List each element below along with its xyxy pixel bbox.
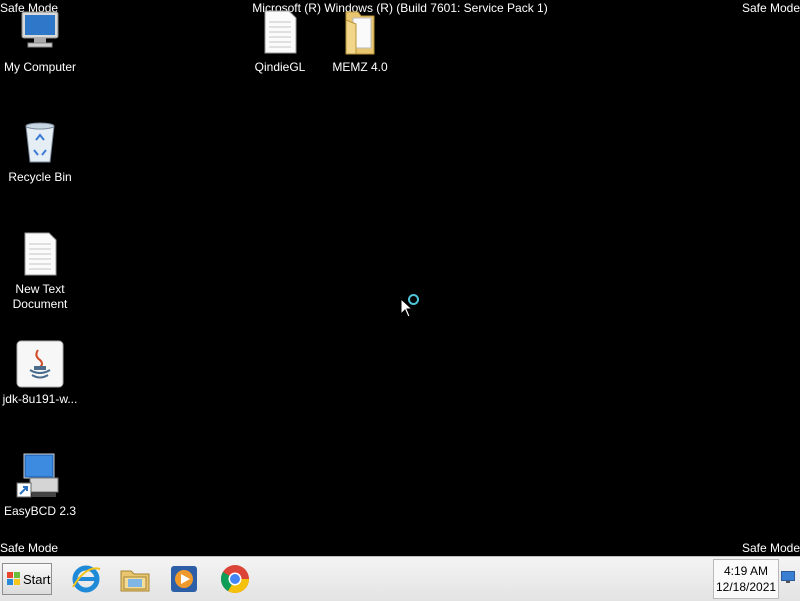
- desktop-icon-label: New Text Document: [12, 282, 68, 311]
- safe-mode-label-top-right: Safe Mode: [741, 1, 800, 15]
- taskbar: Start 4:19 AM 12/18/2021: [0, 556, 800, 601]
- start-button[interactable]: Start: [2, 563, 52, 595]
- desktop-icon-easybcd[interactable]: EasyBCD 2.3: [0, 452, 80, 519]
- show-desktop-icon[interactable]: [781, 571, 795, 583]
- chrome-icon: [221, 565, 249, 593]
- taskbar-internet-explorer[interactable]: [70, 563, 102, 595]
- desktop-icon-my-computer[interactable]: My Computer: [0, 8, 80, 75]
- desktop-icon-label: MEMZ 4.0: [332, 60, 388, 74]
- build-info: Microsoft (R) Windows (R) (Build 7601: S…: [252, 1, 548, 15]
- taskbar-chrome[interactable]: [219, 563, 251, 595]
- desktop-icon-memz[interactable]: MEMZ 4.0: [320, 8, 400, 75]
- clock-time: 4:19 AM: [723, 564, 769, 578]
- desktop-icon-label: jdk-8u191-w...: [2, 392, 78, 406]
- clock-date: 12/18/2021: [716, 580, 777, 594]
- busy-spinner-icon: [408, 294, 419, 305]
- desktop-icon-label: EasyBCD 2.3: [3, 504, 77, 518]
- file-explorer-icon: [120, 570, 150, 592]
- windows-logo-icon: [7, 572, 20, 585]
- desktop-icon-label: QindieGL: [254, 60, 306, 74]
- taskbar-file-explorer[interactable]: [119, 563, 151, 595]
- folder-icon: [336, 8, 384, 56]
- computer-icon: [16, 8, 64, 56]
- start-label: Start: [23, 571, 51, 587]
- internet-explorer-icon: [72, 565, 101, 593]
- text-document-icon: [16, 230, 64, 278]
- safe-mode-label-bottom-left: Safe Mode: [0, 541, 59, 555]
- java-icon: [16, 340, 64, 388]
- desktop-icon-label: Recycle Bin: [8, 170, 72, 184]
- desktop-icon-label: My Computer: [3, 60, 77, 74]
- desktop-icon-jdk-installer[interactable]: jdk-8u191-w...: [0, 340, 80, 407]
- document-icon: [256, 8, 304, 56]
- recycle-bin-icon: [16, 118, 64, 166]
- media-player-icon: [171, 566, 197, 592]
- system-clock[interactable]: 4:19 AM 12/18/2021: [716, 563, 776, 597]
- desktop-icon-qindiegl[interactable]: QindieGL: [240, 8, 320, 75]
- easybcd-icon: [16, 452, 64, 500]
- taskbar-media-player[interactable]: [168, 563, 200, 595]
- safe-mode-label-bottom-right: Safe Mode: [741, 541, 800, 555]
- desktop-icon-recycle-bin[interactable]: Recycle Bin: [0, 118, 80, 185]
- desktop-icon-new-text-document[interactable]: New Text Document: [0, 230, 80, 312]
